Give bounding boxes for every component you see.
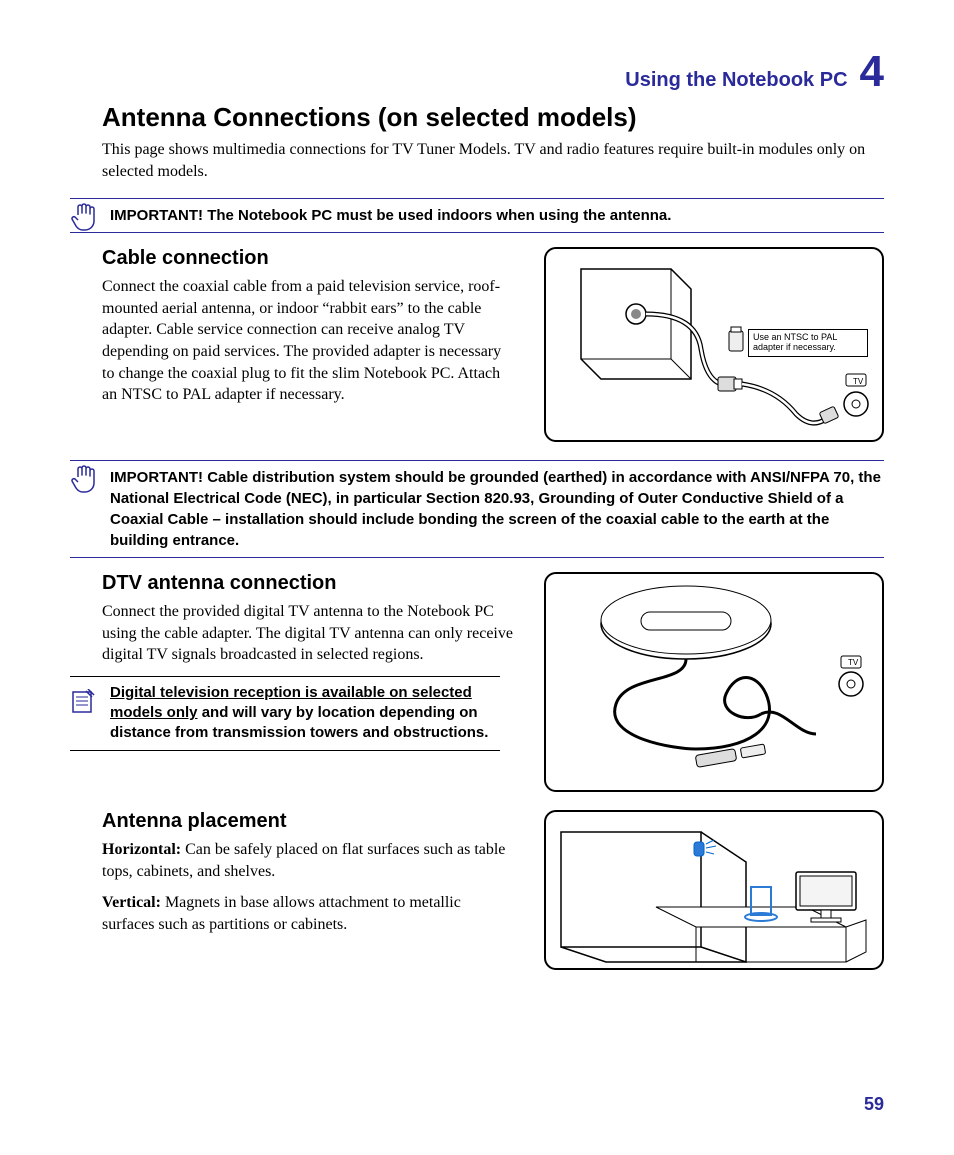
cable-body: Connect the coaxial cable from a paid te… [102,276,514,406]
dtv-body: Connect the provided digital TV antenna … [102,601,514,666]
placement-horizontal: Horizontal: Can be safely placed on flat… [102,839,514,882]
chapter-header: Using the Notebook PC 4 [70,50,884,94]
placement-figure [544,810,884,970]
vertical-label: Vertical: [102,894,161,911]
svg-text:TV: TV [848,658,859,667]
horizontal-label: Horizontal: [102,841,181,858]
dtv-heading: DTV antenna connection [102,572,514,595]
chapter-title: Using the Notebook PC [625,69,847,92]
important-text: IMPORTANT! The Notebook PC must be used … [110,207,671,224]
important-text: IMPORTANT! Cable distribution system sho… [110,469,881,549]
hand-icon [70,463,98,501]
dtv-figure: TV [544,572,884,792]
hand-icon [70,201,98,239]
cable-figure: TV Use an NTSC to PAL adapter if necessa… [544,247,884,442]
page-number: 59 [864,1094,884,1115]
chapter-number: 4 [860,50,884,94]
important-callout-indoors: IMPORTANT! The Notebook PC must be used … [70,198,884,233]
important-callout-grounding: IMPORTANT! Cable distribution system sho… [70,460,884,558]
dtv-note: Digital television reception is availabl… [70,676,500,751]
page-title: Antenna Connections (on selected models) [102,102,884,133]
placement-heading: Antenna placement [102,810,514,833]
intro-paragraph: This page shows multimedia connections f… [102,139,884,182]
figure-label: Use an NTSC to PAL adapter if necessary. [748,329,868,357]
cable-heading: Cable connection [102,247,514,270]
note-icon [70,689,96,721]
svg-text:TV: TV [853,377,864,386]
placement-vertical: Vertical: Magnets in base allows attachm… [102,892,514,935]
